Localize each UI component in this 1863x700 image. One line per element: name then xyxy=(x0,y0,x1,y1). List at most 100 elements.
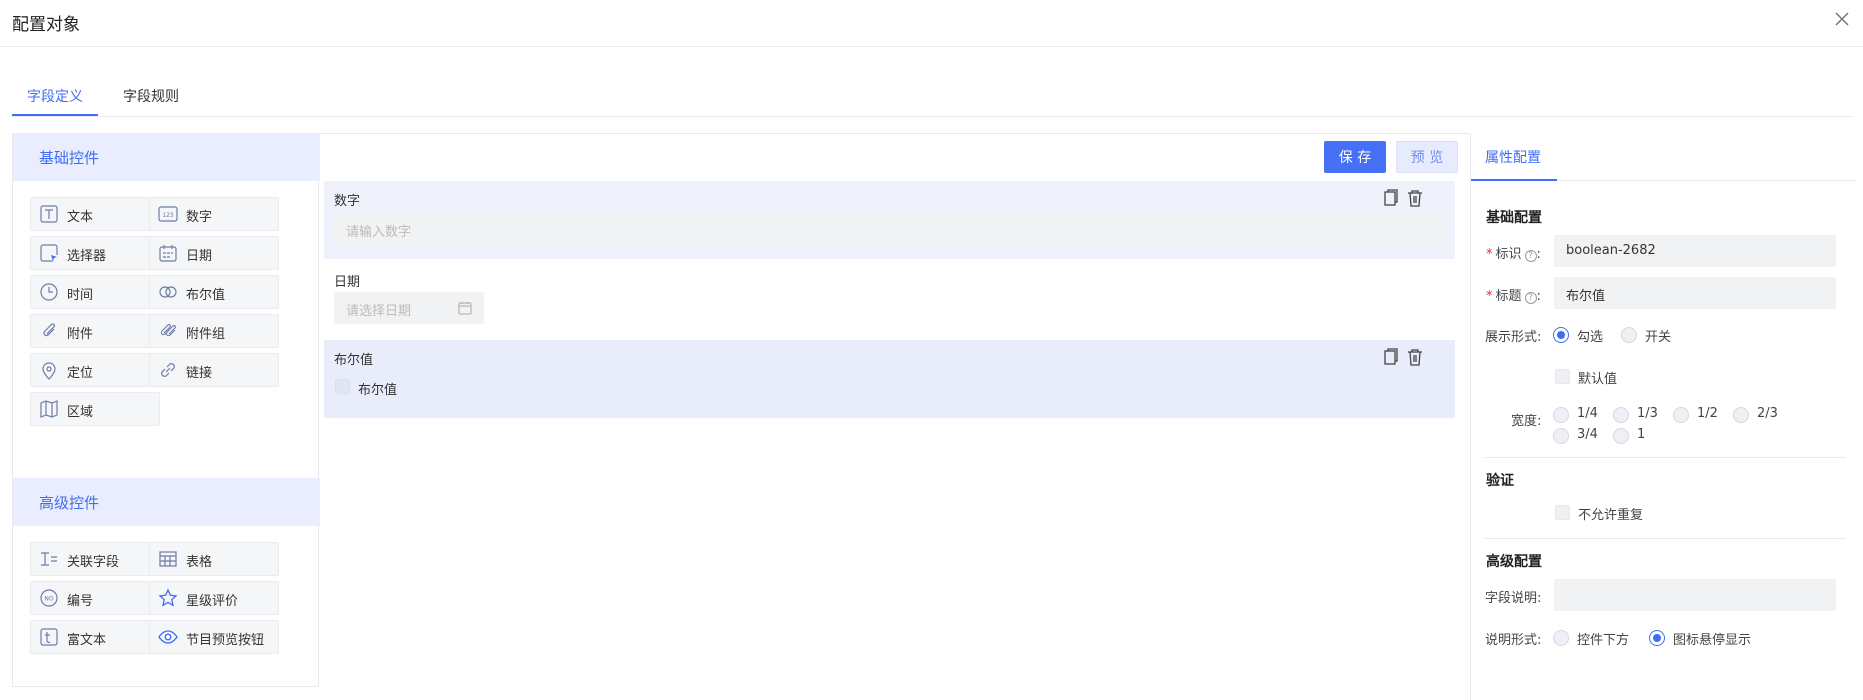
copy-icon[interactable] xyxy=(1384,189,1398,206)
advanced-controls-title: 高级控件 xyxy=(39,494,100,512)
clock-icon xyxy=(40,283,58,301)
width-label: 宽度: xyxy=(1511,414,1542,429)
display-option-switch: 开关 xyxy=(1645,330,1672,345)
help-icon[interactable]: ? xyxy=(1524,250,1537,262)
active-tab-indicator xyxy=(12,114,98,116)
number-input[interactable]: 请输入数字 xyxy=(334,213,1445,245)
boolean-checkbox-label: 布尔值 xyxy=(358,383,398,398)
id-input[interactable]: boolean-2682 xyxy=(1554,235,1836,267)
title-label: * 标题?: xyxy=(1486,289,1541,304)
display-form-label: 展示形式: xyxy=(1485,330,1542,345)
validate-title: 验证 xyxy=(1486,473,1514,489)
palette-item-date[interactable]: 日期 xyxy=(149,236,279,270)
no-duplicate-checkbox[interactable] xyxy=(1555,505,1570,520)
tab-field-rules[interactable]: 字段规则 xyxy=(123,86,179,106)
rich-text-icon xyxy=(40,628,58,646)
desc-radio-below[interactable] xyxy=(1553,630,1569,646)
paperclips-icon xyxy=(160,324,176,337)
id-label: * 标识?: xyxy=(1486,247,1541,262)
default-value-label: 默认值 xyxy=(1578,372,1618,387)
palette-item-number[interactable]: 123 数字 xyxy=(149,197,279,231)
default-value-checkbox[interactable] xyxy=(1555,369,1570,384)
map-icon xyxy=(40,400,58,418)
palette-item-rich-text[interactable]: 富文本 xyxy=(30,620,160,654)
width-radio-2-3[interactable] xyxy=(1733,407,1749,423)
section-divider xyxy=(1484,538,1846,539)
field-label: 数字 xyxy=(334,194,361,209)
boolean-checkbox[interactable] xyxy=(335,379,350,394)
palette-item-text[interactable]: 文本 xyxy=(30,197,160,231)
width-radio-1[interactable] xyxy=(1613,428,1629,444)
description-form-label: 说明形式: xyxy=(1485,633,1542,648)
save-button[interactable]: 保 存 xyxy=(1324,141,1386,173)
palette-item-attachment-group[interactable]: 附件组 xyxy=(149,314,279,348)
field-description-input[interactable] xyxy=(1554,579,1836,611)
palette-item-serial-number[interactable]: NO 编号 xyxy=(30,581,160,615)
table-icon xyxy=(159,551,177,567)
palette-item-preview-button[interactable]: 节目预览按钮 xyxy=(149,620,279,654)
display-radio-checkbox[interactable] xyxy=(1553,327,1569,343)
tab-property-config[interactable]: 属性配置 xyxy=(1485,147,1541,167)
dialog-title: 配置对象 xyxy=(12,15,80,35)
palette-item-star-rating[interactable]: 星级评价 xyxy=(149,581,279,615)
calendar-icon xyxy=(159,245,177,262)
advanced-controls-header: 高级控件 xyxy=(13,478,320,526)
width-option-label: 1/3 xyxy=(1637,406,1658,421)
property-panel: 属性配置 基础配置 * 标识?: boolean-2682 * 标题?: 布尔值 展… xyxy=(1470,133,1857,700)
tab-bar: 字段定义 字段规则 xyxy=(12,72,1852,117)
eye-icon xyxy=(158,630,178,644)
help-icon[interactable]: ? xyxy=(1524,292,1537,304)
canvas-field-date[interactable]: 日期 请选择日期 xyxy=(324,262,1455,336)
link-icon xyxy=(161,363,175,377)
field-label: 布尔值 xyxy=(334,353,374,368)
width-radio-1-2[interactable] xyxy=(1673,407,1689,423)
width-option-label: 1/4 xyxy=(1577,406,1598,421)
canvas-field-boolean[interactable]: 布尔值 布尔值 xyxy=(324,340,1455,418)
palette-item-link[interactable]: 链接 xyxy=(149,353,279,387)
palette-item-time[interactable]: 时间 xyxy=(30,275,160,309)
delete-icon[interactable] xyxy=(1408,190,1422,207)
palette-item-table[interactable]: 表格 xyxy=(149,542,279,576)
serial-number-icon: NO xyxy=(40,589,58,607)
copy-icon[interactable] xyxy=(1384,348,1398,365)
palette-item-boolean[interactable]: 布尔值 xyxy=(149,275,279,309)
width-option-label: 1/2 xyxy=(1697,406,1718,421)
basic-config-title: 基础配置 xyxy=(1486,210,1542,226)
relation-icon xyxy=(41,552,57,566)
close-icon[interactable] xyxy=(1831,8,1853,30)
section-divider xyxy=(1484,457,1846,458)
field-actions xyxy=(1384,348,1422,366)
number-icon: 123 xyxy=(158,206,178,222)
location-pin-icon xyxy=(42,362,56,380)
no-duplicate-label: 不允许重复 xyxy=(1578,508,1644,523)
field-label: 日期 xyxy=(334,275,361,290)
width-option-label: 3/4 xyxy=(1577,427,1598,442)
preview-button[interactable]: 预 览 xyxy=(1396,141,1458,173)
display-radio-switch[interactable] xyxy=(1621,327,1637,343)
toggle-icon xyxy=(159,286,177,298)
desc-radio-hover[interactable] xyxy=(1649,630,1665,646)
width-option-label: 1 xyxy=(1637,427,1646,442)
date-input[interactable]: 请选择日期 xyxy=(334,292,484,324)
paperclip-icon xyxy=(43,323,55,337)
delete-icon[interactable] xyxy=(1408,349,1422,366)
svg-text:NO: NO xyxy=(44,596,53,603)
palette-item-location[interactable]: 定位 xyxy=(30,353,160,387)
control-palette: 基础控件 文本 123 数字 选择器 日期 时间 布尔值 附件 附件组 定位 链… xyxy=(12,133,320,687)
palette-item-region[interactable]: 区域 xyxy=(30,392,160,426)
advanced-config-title: 高级配置 xyxy=(1486,554,1542,570)
title-input[interactable]: 布尔值 xyxy=(1554,277,1836,309)
width-radio-1-4[interactable] xyxy=(1553,407,1569,423)
palette-item-relation-field[interactable]: 关联字段 xyxy=(30,542,160,576)
width-radio-1-3[interactable] xyxy=(1613,407,1629,423)
active-tab-indicator xyxy=(1471,179,1557,181)
tab-field-definition[interactable]: 字段定义 xyxy=(27,86,83,106)
palette-item-attachment[interactable]: 附件 xyxy=(30,314,160,348)
field-description-label: 字段说明: xyxy=(1485,591,1542,606)
width-option-label: 2/3 xyxy=(1757,406,1778,421)
property-tab-bar: 属性配置 xyxy=(1471,133,1857,181)
palette-item-selector[interactable]: 选择器 xyxy=(30,236,160,270)
canvas-field-number[interactable]: 数字 请输入数字 xyxy=(324,181,1455,259)
width-radio-3-4[interactable] xyxy=(1553,428,1569,444)
dialog-header: 配置对象 xyxy=(0,0,1863,47)
